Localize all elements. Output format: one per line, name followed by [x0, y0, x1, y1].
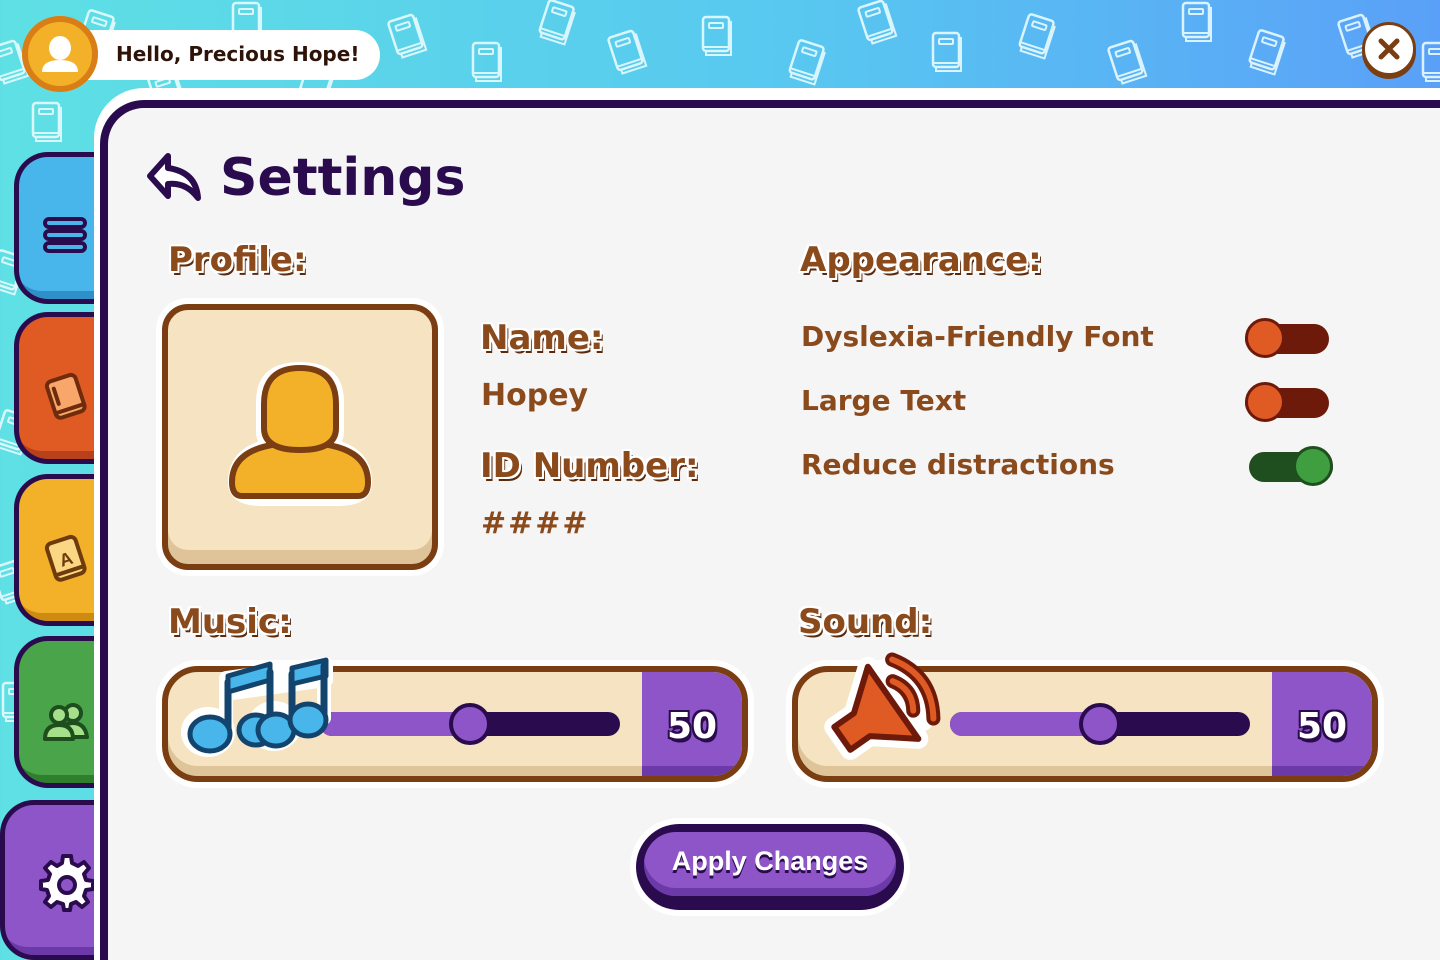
- tab-settings[interactable]: [0, 800, 110, 960]
- sound-value-box: 50: [1272, 672, 1372, 776]
- background-book-icon: [471, 41, 502, 82]
- greeting-text: Hello, Precious Hope!: [116, 42, 360, 66]
- dictionary-icon: A: [44, 534, 87, 582]
- profile-picture[interactable]: [162, 304, 438, 570]
- profile-heading: Profile:: [168, 240, 307, 280]
- background-book-icon: [1248, 29, 1286, 76]
- music-heading: Music:: [168, 602, 292, 642]
- sound-heading: Sound:: [798, 602, 933, 642]
- music-slider-thumb[interactable]: [449, 703, 491, 745]
- background-book-icon: [931, 31, 962, 72]
- background-book-icon: [1107, 39, 1148, 85]
- person-icon: [24, 18, 96, 90]
- tab-dictionary[interactable]: A: [14, 474, 110, 626]
- tab-friends[interactable]: [14, 636, 110, 788]
- large-text-toggle[interactable]: [1245, 382, 1329, 422]
- music-slider-fill: [320, 712, 470, 736]
- back-arrow-icon: [147, 153, 201, 201]
- page-title: Settings: [220, 148, 466, 208]
- dyslexia-font-toggle[interactable]: [1245, 318, 1329, 358]
- speaker-icon: [810, 642, 950, 776]
- profile-avatar-button[interactable]: [22, 16, 98, 92]
- music-slider-track[interactable]: [320, 703, 620, 745]
- large-text-label: Large Text: [801, 384, 967, 417]
- book-icon: [44, 372, 87, 420]
- id-number-label: ID Number:: [480, 446, 699, 486]
- close-icon: [1378, 38, 1400, 60]
- toggle-knob: [1245, 382, 1285, 422]
- background-book-icon: [1018, 13, 1056, 60]
- tab-menu[interactable]: [14, 152, 110, 304]
- background-book-icon: [701, 15, 732, 56]
- background-book-icon: [1421, 41, 1440, 82]
- name-value: Hopey: [481, 378, 589, 413]
- reduce-distractions-toggle[interactable]: [1249, 446, 1333, 486]
- background-book-icon: [788, 39, 826, 86]
- id-number-value: ####: [481, 506, 590, 541]
- music-value: 50: [666, 706, 718, 747]
- background-book-icon: [1181, 1, 1212, 42]
- background-book-icon: [538, 0, 576, 46]
- background-book-icon: [31, 101, 62, 142]
- sound-slider-fill: [950, 712, 1100, 736]
- gear-icon: [39, 854, 95, 912]
- back-button[interactable]: [146, 150, 206, 208]
- sound-slider-track[interactable]: [950, 703, 1250, 745]
- sound-slider-thumb[interactable]: [1079, 703, 1121, 745]
- close-button[interactable]: [1362, 22, 1416, 76]
- toggle-knob: [1245, 318, 1285, 358]
- friends-icon: [43, 703, 89, 741]
- person-icon: [228, 362, 372, 506]
- music-notes-icon: [178, 652, 338, 766]
- apply-changes-label: Apply Changes: [671, 846, 869, 876]
- reduce-distractions-label: Reduce distractions: [801, 448, 1115, 481]
- dyslexia-font-label: Dyslexia-Friendly Font: [801, 320, 1154, 353]
- appearance-heading: Appearance:: [800, 240, 1042, 280]
- menu-icon: [43, 217, 87, 253]
- music-value-box: 50: [642, 672, 742, 776]
- toggle-knob: [1293, 446, 1333, 486]
- background-book-icon: [387, 13, 428, 59]
- background-book-icon: [857, 0, 898, 45]
- sound-value: 50: [1296, 706, 1348, 747]
- tab-books[interactable]: [14, 312, 110, 464]
- background-book-icon: [607, 29, 648, 75]
- apply-changes-button[interactable]: Apply Changes: [636, 824, 904, 910]
- name-label: Name:: [480, 318, 604, 358]
